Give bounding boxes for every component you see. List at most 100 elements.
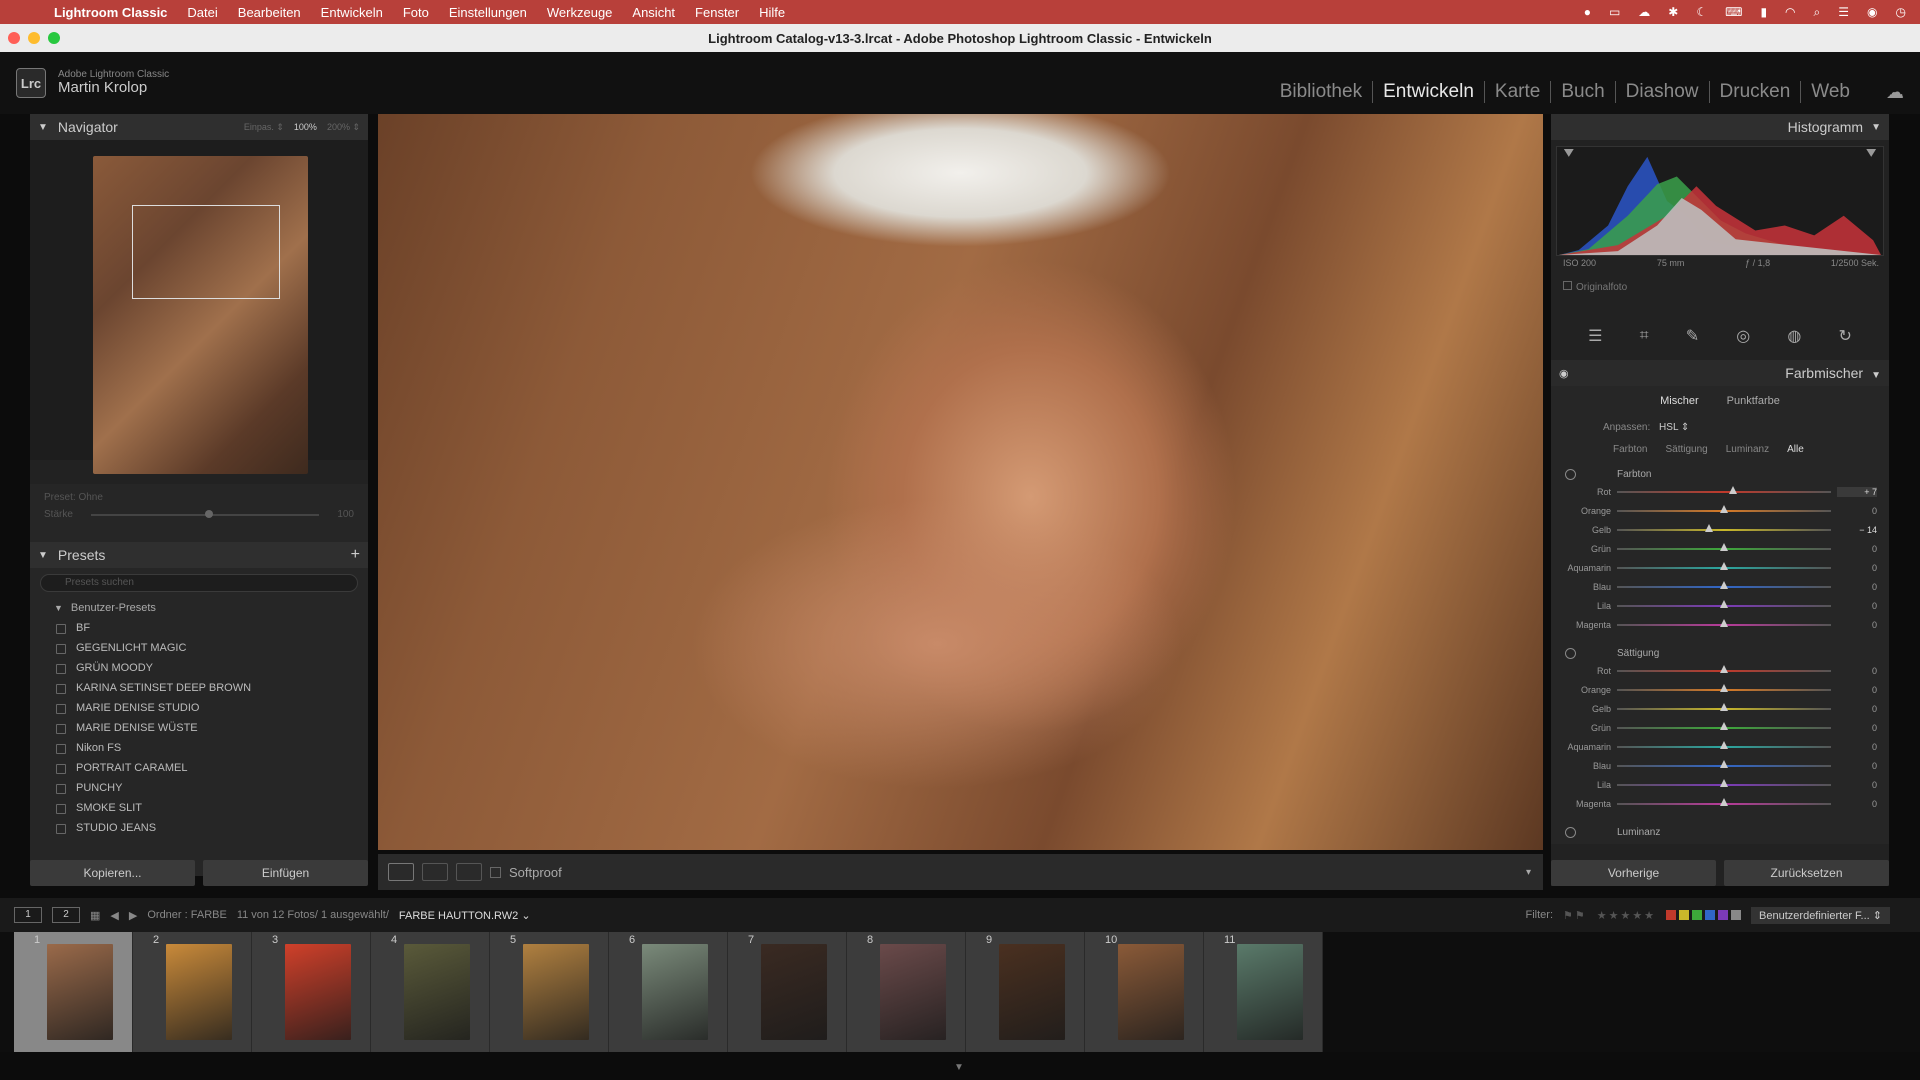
slider-thumb[interactable] xyxy=(1720,779,1728,787)
before-after-icon[interactable] xyxy=(456,863,482,881)
slider-thumb[interactable] xyxy=(1720,619,1728,627)
masking-icon[interactable]: ◍ xyxy=(1787,326,1801,346)
slider-value[interactable]: 0 xyxy=(1837,685,1877,695)
slider-thumb[interactable] xyxy=(1728,486,1737,494)
back-icon[interactable]: ◀ xyxy=(110,909,118,922)
zoom-fit[interactable]: Einpas. ⇕ xyxy=(244,122,284,133)
filter-preset-select[interactable]: Benutzerdefinierter F... ⇕ xyxy=(1751,906,1890,924)
loupe-view-icon[interactable] xyxy=(388,863,414,881)
paste-button[interactable]: Einfügen xyxy=(203,860,368,886)
previous-button[interactable]: Vorherige xyxy=(1551,860,1716,886)
zoom-200[interactable]: 200% ⇕ xyxy=(327,122,360,133)
photo-thumbnail[interactable] xyxy=(1118,944,1184,1040)
screen-icon[interactable]: ▭ xyxy=(1609,5,1620,20)
filmstrip-cell[interactable]: 3 xyxy=(252,932,371,1052)
expand-filmstrip-icon[interactable]: ▼ xyxy=(954,1062,964,1073)
preset-item[interactable]: MARIE DENISE STUDIO xyxy=(30,698,368,718)
module-karte[interactable]: Karte xyxy=(1483,81,1550,103)
slider-track[interactable] xyxy=(1617,529,1831,531)
group-triangle-icon[interactable]: ▼ xyxy=(54,603,63,613)
filmstrip-cell[interactable]: 10 xyxy=(1085,932,1204,1052)
zoom-100[interactable]: 100% xyxy=(294,122,317,133)
control-center-icon[interactable]: ☰ xyxy=(1838,5,1849,20)
photo-thumbnail[interactable] xyxy=(285,944,351,1040)
histogram-graph[interactable] xyxy=(1556,146,1884,256)
menu-einstellungen[interactable]: Einstellungen xyxy=(439,5,537,20)
slider-thumb[interactable] xyxy=(1720,684,1728,692)
module-drucken[interactable]: Drucken xyxy=(1708,81,1801,103)
menu-werkzeuge[interactable]: Werkzeuge xyxy=(537,5,623,20)
slider-value[interactable]: 0 xyxy=(1837,544,1877,554)
clock-icon[interactable]: ◷ xyxy=(1896,5,1906,20)
original-checkbox[interactable] xyxy=(1563,281,1572,290)
tab-mischer[interactable]: Mischer xyxy=(1660,395,1699,407)
slider-thumb[interactable] xyxy=(1720,703,1728,711)
filmstrip-cell[interactable]: 2 xyxy=(133,932,252,1052)
search-icon[interactable]: ⌕ xyxy=(1814,5,1821,20)
subtab-saettigung[interactable]: Sättigung xyxy=(1665,444,1707,455)
slider-thumb[interactable] xyxy=(1720,562,1728,570)
forward-icon[interactable]: ▶ xyxy=(129,909,137,922)
module-entwickeln[interactable]: Entwickeln xyxy=(1372,81,1484,103)
toolbar-menu-icon[interactable]: ▾ xyxy=(1526,867,1531,878)
slider-thumb[interactable] xyxy=(1720,722,1728,730)
subtab-farbton[interactable]: Farbton xyxy=(1613,444,1647,455)
slider-value[interactable]: 0 xyxy=(1837,601,1877,611)
copy-button[interactable]: Kopieren... xyxy=(30,860,195,886)
preset-item[interactable]: BF xyxy=(30,618,368,638)
slider-thumb[interactable] xyxy=(1720,760,1728,768)
module-diashow[interactable]: Diashow xyxy=(1614,81,1709,103)
navigator-preview[interactable] xyxy=(30,140,368,474)
strength-slider[interactable] xyxy=(90,509,320,518)
source-label[interactable]: Ordner : FARBE xyxy=(147,909,226,921)
compare-view-icon[interactable] xyxy=(422,863,448,881)
navigator-thumbnail[interactable] xyxy=(93,156,308,474)
softproof-checkbox[interactable] xyxy=(490,866,501,878)
grid-icon[interactable]: ▦ xyxy=(90,909,100,922)
menu-foto[interactable]: Foto xyxy=(393,5,439,20)
screen1-button[interactable]: 1 xyxy=(14,907,42,923)
histogram-header[interactable]: Histogramm ▼ xyxy=(1551,114,1889,140)
filmstrip-cell[interactable]: 11 xyxy=(1204,932,1323,1052)
chat-icon[interactable]: ● xyxy=(1584,5,1591,20)
photo-thumbnail[interactable] xyxy=(1237,944,1303,1040)
collapse-triangle-icon[interactable]: ▼ xyxy=(1871,370,1881,381)
filmstrip-cell[interactable]: 7 xyxy=(728,932,847,1052)
main-photo[interactable] xyxy=(378,114,1543,850)
reset-button[interactable]: Zurücksetzen xyxy=(1724,860,1889,886)
slider-thumb[interactable] xyxy=(1720,600,1728,608)
section-luminanz[interactable]: Luminanz xyxy=(1551,813,1889,840)
slider-value[interactable]: 0 xyxy=(1837,799,1877,809)
navigator-header[interactable]: ▼ Navigator Einpas. ⇕ 100% 200% ⇕ xyxy=(30,114,368,140)
siri-icon[interactable]: ◉ xyxy=(1867,5,1877,20)
menu-entwickeln[interactable]: Entwickeln xyxy=(311,5,393,20)
tab-punktfarbe[interactable]: Punktfarbe xyxy=(1727,395,1780,407)
slider-thumb[interactable] xyxy=(1720,581,1728,589)
moon-icon[interactable]: ☾ xyxy=(1696,5,1707,20)
heal-icon[interactable]: ✎ xyxy=(1686,326,1699,346)
color-mixer-header[interactable]: ◉ Farbmischer ▼ xyxy=(1551,360,1889,386)
filmstrip-cell[interactable]: 5 xyxy=(490,932,609,1052)
battery-icon[interactable]: ▮ xyxy=(1760,5,1767,20)
filmstrip-cell[interactable]: 4 xyxy=(371,932,490,1052)
section-farbton[interactable]: Farbton xyxy=(1551,455,1889,482)
photo-thumbnail[interactable] xyxy=(880,944,946,1040)
screen2-button[interactable]: 2 xyxy=(52,907,80,923)
filmstrip-cell[interactable]: 9 xyxy=(966,932,1085,1052)
cloud-icon[interactable]: ☁ xyxy=(1886,82,1904,103)
module-bibliothek[interactable]: Bibliothek xyxy=(1270,81,1372,103)
slider-thumb[interactable] xyxy=(1720,741,1728,749)
redeye-icon[interactable]: ◎ xyxy=(1736,326,1750,346)
eye-icon[interactable]: ◉ xyxy=(1559,367,1569,380)
keyboard-icon[interactable]: ⌨ xyxy=(1725,5,1742,20)
slider-thumb[interactable] xyxy=(1705,524,1714,532)
subtab-alle[interactable]: Alle xyxy=(1787,444,1804,455)
collapse-triangle-icon[interactable]: ▼ xyxy=(38,122,48,133)
slider-value[interactable]: 0 xyxy=(1837,742,1877,752)
preset-item[interactable]: SMOKE SLIT xyxy=(30,798,368,818)
preset-item[interactable]: PUNCHY xyxy=(30,778,368,798)
slider-value[interactable]: 0 xyxy=(1837,666,1877,676)
adjust-select[interactable]: HSL ⇕ xyxy=(1659,422,1689,433)
slider-value[interactable]: 0 xyxy=(1837,723,1877,733)
preset-item[interactable]: GRÜN MOODY xyxy=(30,658,368,678)
